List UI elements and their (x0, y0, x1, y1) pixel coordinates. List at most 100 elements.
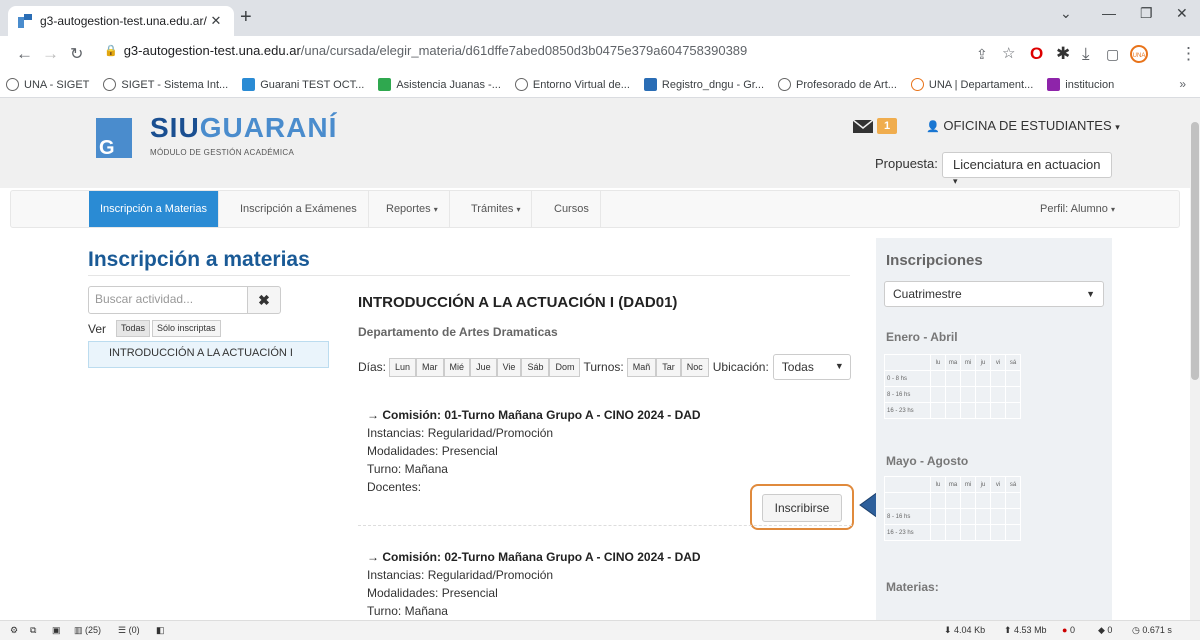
bookmark-label: Entorno Virtual de... (532, 78, 630, 91)
profile-avatar[interactable]: UNA (1130, 45, 1148, 68)
window-icon[interactable]: ▣ (52, 625, 61, 636)
day-header: mi (960, 476, 976, 493)
tabs-count[interactable]: ▥ (25) (74, 625, 101, 636)
commission-title: → Comisión: 01-Turno Mañana Grupo A - CI… (367, 408, 701, 422)
sidepanel-icon[interactable]: ▢ (1106, 46, 1119, 63)
bookmark-item[interactable]: UNA - SIGET (6, 78, 89, 91)
extensions-icon[interactable]: ✱ (1056, 44, 1070, 64)
day-jue-button[interactable]: Jue (470, 357, 497, 377)
app-logo[interactable]: SIUGUARANÍ (150, 112, 337, 144)
bookmark-label: UNA | Departament... (928, 78, 1034, 91)
nav-tramites[interactable]: Trámites ▾ (460, 191, 533, 227)
siu-logo-icon (96, 118, 132, 160)
bookmarks-bar: UNA - SIGET SIGET - Sistema Int... Guarani… (0, 72, 1200, 98)
list-count-value: (0) (128, 625, 140, 635)
period2-label: Mayo - Agosto (886, 454, 969, 468)
settings-icon[interactable]: ⚙ (10, 625, 18, 636)
download-icon[interactable]: ⤓ (1082, 44, 1090, 64)
turno-tar-button[interactable]: Tar (656, 357, 681, 377)
day-dom-button[interactable]: Dom (549, 357, 581, 377)
day-vie-button[interactable]: Vie (496, 357, 522, 377)
browser-tab[interactable]: g3-autogestion-test.una.edu.ar/ ✕ (8, 6, 234, 36)
nav-inscripcion-materias[interactable]: Inscripción a Materias (89, 191, 219, 227)
forward-icon[interactable]: → (42, 44, 59, 64)
popout-icon[interactable]: ⧉ (30, 625, 36, 636)
new-tab-icon[interactable]: + (240, 6, 252, 29)
menu-icon[interactable]: ⋮ (1180, 44, 1197, 64)
day-sab-button[interactable]: Sáb (521, 357, 550, 377)
tabs-count-value: (25) (85, 625, 102, 635)
bookmark-item[interactable]: institucion (1047, 78, 1114, 91)
bookmark-label: Guarani TEST OCT... (260, 78, 365, 91)
nav-inscripcion-examenes[interactable]: Inscripción a Exámenes (229, 191, 369, 227)
propuesta-select[interactable]: Licenciatura en actuacion ▾ (942, 152, 1112, 186)
ubicacion-select[interactable]: Todas ▼ (772, 354, 851, 380)
tab-strip: g3-autogestion-test.una.edu.ar/ ✕ + ⌄ — … (0, 0, 1200, 36)
nav-cursos[interactable]: Cursos (543, 191, 601, 227)
perfil-menu[interactable]: Perfil: Alumno ▾ (1040, 191, 1115, 227)
logo-subtitle: MÓDULO DE GESTIÓN ACADÉMICA (150, 148, 295, 157)
browser-toolbar: ← → ↻ 🔒 g3-autogestion-test.una.edu.ar/u… (0, 36, 1200, 72)
nav-reportes[interactable]: Reportes ▾ (375, 191, 450, 227)
bookmark-item[interactable]: Profesorado de Art... (778, 78, 897, 91)
commission-docentes: Docentes: (367, 480, 422, 494)
bookmark-item[interactable]: Guarani TEST OCT... (242, 78, 364, 91)
bookmark-label: institucion (1065, 78, 1115, 91)
sidebar-toggle-icon[interactable]: ◧ (156, 625, 165, 636)
user-menu[interactable]: 👤 OFICINA DE ESTUDIANTES ▾ (926, 118, 1120, 133)
clear-search-icon[interactable]: ✖ (247, 286, 281, 314)
restore-icon[interactable]: ❐ (1140, 5, 1153, 22)
envelope-icon[interactable] (852, 118, 874, 134)
app-header: SIUGUARANÍ MÓDULO DE GESTIÓN ACADÉMICA 1… (0, 98, 1190, 188)
tab-search-icon[interactable]: ⌄ (1060, 5, 1072, 22)
day-header: ju (975, 476, 991, 493)
back-icon[interactable]: ← (16, 44, 33, 64)
logo-siu: SIU (150, 112, 200, 143)
bookmark-item[interactable]: UNA | Departament... (910, 78, 1034, 91)
commission-separator (358, 525, 852, 526)
schedule-grid-2: lu ma mi ju vi sá 8 - 16 hs 16 - 23 hs (884, 476, 1021, 541)
commission-turno: Turno: Mañana (367, 604, 448, 618)
turno-noc-button[interactable]: Noc (680, 357, 709, 377)
url-path: /una/cursada/elegir_materia/d61dffe7abed… (300, 42, 748, 58)
minimize-icon[interactable]: — (1102, 5, 1116, 21)
bookmark-item[interactable]: Entorno Virtual de... (514, 78, 630, 91)
bookmark-item[interactable]: SIGET - Sistema Int... (103, 78, 228, 91)
inscribirse-button[interactable]: Inscribirse (762, 494, 842, 522)
bookmark-item[interactable]: Asistencia Juanas -... (378, 78, 501, 91)
course-list-item[interactable]: INTRODUCCIÓN A LA ACTUACIÓN I (88, 341, 329, 368)
day-mar-button[interactable]: Mar (416, 357, 444, 377)
bookmark-label: Registro_dngu - Gr... (661, 78, 765, 91)
day-header: lu (930, 476, 946, 493)
list-count[interactable]: ☰ (0) (118, 625, 140, 636)
course-title: INTRODUCCIÓN A LA ACTUACIÓN I (DAD01) (358, 294, 678, 311)
filter-todas-button[interactable]: Todas (116, 320, 151, 337)
ver-label: Ver (88, 322, 107, 336)
page-content: SIUGUARANÍ MÓDULO DE GESTIÓN ACADÉMICA 1… (0, 98, 1190, 620)
error-count[interactable]: ● 0 (1062, 625, 1075, 635)
day-mie-button[interactable]: Mié (443, 357, 471, 377)
propuesta-label: Propuesta: (875, 156, 938, 171)
other-count[interactable]: ◆ 0 (1098, 625, 1112, 636)
search-input[interactable]: Buscar actividad... (88, 286, 248, 314)
scrollbar-thumb[interactable] (1191, 122, 1199, 380)
bookmarks-more-icon[interactable]: » (1179, 77, 1186, 91)
day-lun-button[interactable]: Lun (389, 357, 417, 377)
turno-man-button[interactable]: Mañ (626, 357, 657, 377)
messages-badge[interactable]: 1 (877, 118, 897, 134)
bookmark-item[interactable]: Registro_dngu - Gr... (643, 78, 765, 91)
filter-inscriptas-button[interactable]: Sólo inscriptas (152, 320, 221, 337)
day-header: ma (945, 476, 961, 493)
opera-extension-icon[interactable]: O (1030, 44, 1043, 64)
ubicacion-value: Todas (781, 360, 814, 374)
reload-icon[interactable]: ↻ (70, 44, 83, 64)
period-select[interactable]: Cuatrimestre ▼ (884, 281, 1104, 307)
schedule-grid-1: lu ma mi ju vi sá 0 - 8 hs 8 - 16 hs 16 - 23 … (884, 354, 1021, 419)
ubicacion-label: Ubicación: (712, 360, 769, 374)
close-tab-icon[interactable]: ✕ (208, 13, 224, 29)
close-window-icon[interactable]: ✕ (1176, 5, 1188, 22)
bookmark-star-icon[interactable]: ☆ (1002, 44, 1015, 62)
address-bar[interactable]: 🔒 g3-autogestion-test.una.edu.ar/una/cur… (104, 36, 970, 64)
page-scrollbar[interactable] (1190, 98, 1200, 620)
share-icon[interactable]: ⇪ (976, 46, 988, 63)
